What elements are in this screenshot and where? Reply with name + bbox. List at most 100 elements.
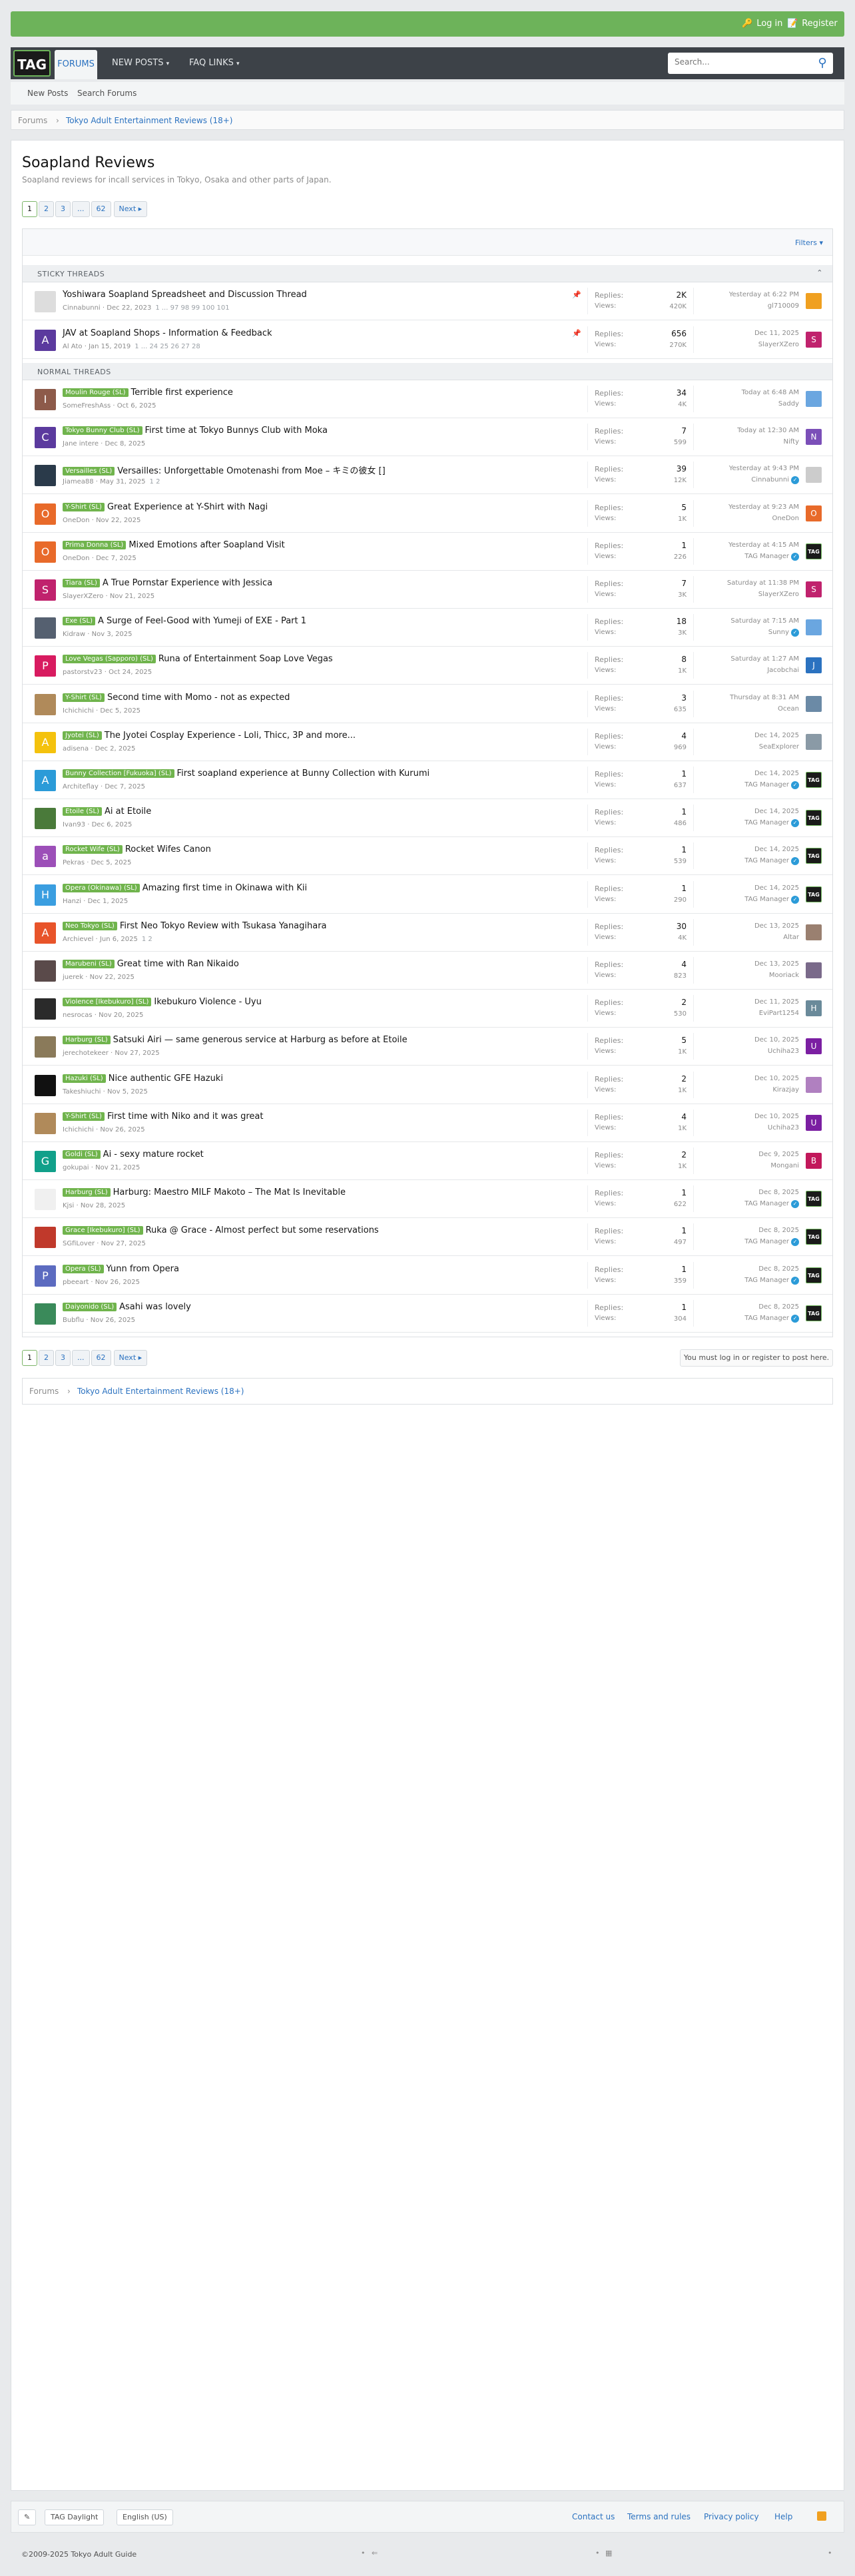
last-poster-avatar[interactable]: TAG [806,1267,822,1283]
last-post-date[interactable]: Yesterday at 4:15 AM [728,541,799,549]
subnav-new-posts[interactable]: New Posts [27,89,68,98]
last-post-user[interactable]: Mooriack [769,972,799,979]
thread-start-date[interactable]: Dec 5, 2025 [91,859,132,866]
thread-prefix-badge[interactable]: Exe (SL) [63,617,95,626]
thread-start-date[interactable]: Oct 24, 2025 [109,669,152,676]
thread-start-date[interactable]: Dec 5, 2025 [100,707,141,715]
thread-title-text[interactable]: First Neo Tokyo Review with Tsukasa Yana… [120,921,327,931]
last-post-date[interactable]: Dec 8, 2025 [758,1227,799,1234]
last-poster-avatar[interactable]: TAG [806,1229,822,1245]
last-post-username[interactable]: Mongani [770,1162,799,1169]
chevron-up-icon[interactable]: ⌃ [816,268,823,277]
last-post-date[interactable]: Yesterday at 9:43 PM [729,465,799,472]
last-poster-avatar[interactable]: S [806,332,822,348]
thread-start-date[interactable]: Nov 27, 2025 [101,1240,146,1247]
thread-prefix-badge[interactable]: Y-Shirt (SL) [63,693,105,702]
last-post-username[interactable]: SeaExplorer [759,743,799,751]
thread-author[interactable]: Architeflay [63,783,99,791]
last-post-date[interactable]: Dec 13, 2025 [754,960,799,968]
last-post-date[interactable]: Dec 13, 2025 [754,922,799,930]
last-post-username[interactable]: Saddy [778,400,799,408]
last-poster-avatar[interactable]: TAG [806,1191,822,1207]
last-post-user[interactable]: SeaExplorer [759,743,799,751]
last-poster-avatar[interactable]: H [806,1000,822,1017]
thread-author[interactable]: OneDon [63,555,90,562]
thread-title[interactable]: Opera (Okinawa) (SL) Amazing first time i… [63,883,307,893]
footer-help[interactable]: Help [774,2512,792,2521]
thread-row[interactable]: Harburg (SL) Satsuki Airi — same generous… [23,1028,832,1066]
author-avatar[interactable]: A [35,731,56,753]
last-post-user[interactable]: TAG Manager ✓ [744,781,799,789]
last-poster-avatar[interactable] [806,293,822,309]
thread-row[interactable]: I Moulin Rouge (SL) Terrible first experie… [23,380,832,418]
author-avatar[interactable] [35,1074,56,1096]
thread-start-date[interactable]: Dec 8, 2025 [105,440,146,448]
tab-new-posts[interactable]: NEW POSTS ▾ [112,47,169,79]
last-post-user[interactable]: Saddy [778,400,799,408]
thread-title-text[interactable]: Great time with Ran Nikaido [117,959,239,969]
thread-row[interactable]: P Opera (SL) Yunn from Opera pbeeart · Nov … [23,1256,832,1295]
thread-start-date[interactable]: Jan 15, 2019 [89,343,131,350]
thread-start-date[interactable]: May 31, 2025 [100,478,145,485]
thread-row[interactable]: A Neo Tokyo (SL) First Neo Tokyo Review wi… [23,913,832,952]
last-post-date[interactable]: Dec 8, 2025 [758,1265,799,1273]
thread-start-date[interactable]: Nov 27, 2025 [115,1050,159,1057]
thread-page-links[interactable]: 1 ... 24 25 26 27 28 [135,343,200,350]
last-poster-avatar[interactable]: B [806,1153,822,1169]
thread-row[interactable]: O Prima Donna (SL) Mixed Emotions after So… [23,532,832,571]
last-poster-avatar[interactable]: U [806,1114,822,1131]
thread-title[interactable]: Opera (SL) Yunn from Opera [63,1264,179,1274]
thread-prefix-badge[interactable]: Opera (Okinawa) (SL) [63,883,140,892]
thread-title-text[interactable]: Runa of Entertainment Soap Love Vegas [158,654,333,664]
thread-author[interactable]: Ichichichi [63,1126,94,1133]
thread-page-links[interactable]: 1 2 [150,478,160,485]
thread-row[interactable]: A JAV at Soapland Shops - Information & F… [23,321,832,359]
thread-title[interactable]: Daiyonido (SL) Asahi was lovely [63,1302,191,1312]
last-poster-avatar[interactable]: TAG [806,810,822,826]
thread-title-text[interactable]: Ruka @ Grace - Almost perfect but some r… [146,1225,379,1235]
last-post-username[interactable]: Altar [783,934,799,941]
thread-start-date[interactable]: Nov 22, 2025 [96,517,141,524]
thread-title[interactable]: Tiara (SL) A True Pornstar Experience wit… [63,578,272,588]
last-poster-avatar[interactable]: S [806,581,822,597]
thread-prefix-badge[interactable]: Bunny Collection [Fukuoka] (SL) [63,769,174,778]
last-poster-avatar[interactable]: TAG [806,848,822,864]
thread-prefix-badge[interactable]: Daiyonido (SL) [63,1302,117,1311]
thread-title-text[interactable]: Yunn from Opera [107,1264,179,1274]
page-link[interactable]: 62 [91,1350,111,1366]
last-post-date[interactable]: Dec 14, 2025 [754,846,799,853]
last-poster-avatar[interactable] [806,619,822,636]
thread-title-text[interactable]: Satsuki Airi — same generous service at … [113,1035,408,1045]
last-poster-avatar[interactable] [806,733,822,750]
breadcrumb-forums[interactable]: Forums [29,1387,59,1396]
footer-terms[interactable]: Terms and rules [627,2512,691,2521]
author-avatar[interactable]: a [35,846,56,868]
last-post-username[interactable]: TAG Manager [744,819,789,826]
thread-start-date[interactable]: Dec 7, 2025 [105,783,145,791]
rss-icon[interactable] [817,2511,826,2521]
last-post-date[interactable]: Dec 10, 2025 [754,1036,799,1044]
last-post-user[interactable]: Nifty [784,438,799,446]
thread-author[interactable]: OneDon [63,517,90,524]
thread-title[interactable]: Hazuki (SL) Nice authentic GFE Hazuki [63,1074,223,1084]
last-post-user[interactable]: Uchiha23 [768,1048,799,1055]
thread-title-text[interactable]: First time with Niko and it was great [107,1112,264,1122]
thread-title-text[interactable]: Mixed Emotions after Soapland Visit [129,540,284,550]
last-post-date[interactable]: Dec 8, 2025 [758,1303,799,1311]
subnav-search-forums[interactable]: Search Forums [77,89,137,98]
last-post-date[interactable]: Saturday at 1:27 AM [730,655,799,663]
thread-prefix-badge[interactable]: Moulin Rouge (SL) [63,388,129,397]
thread-author[interactable]: Jane intere [63,440,99,448]
thread-title-text[interactable]: Ai at Etoile [105,806,151,816]
author-avatar[interactable] [35,808,56,830]
author-avatar[interactable]: O [35,503,56,525]
thread-row[interactable]: Violence [Ikebukuro] (SL) Ikebukuro Viole… [23,990,832,1028]
author-avatar[interactable]: P [35,655,56,677]
thread-start-date[interactable]: Nov 26, 2025 [91,1317,135,1324]
thread-prefix-badge[interactable]: Hazuki (SL) [63,1074,106,1083]
thread-title-text[interactable]: Second time with Momo - not as expected [107,693,290,703]
thread-row[interactable]: A Bunny Collection [Fukuoka] (SL) First so… [23,761,832,799]
thread-prefix-badge[interactable]: Love Vegas (Sapporo) (SL) [63,655,156,664]
filters-button[interactable]: Filters ▾ [795,238,823,247]
author-avatar[interactable]: A [35,770,56,791]
